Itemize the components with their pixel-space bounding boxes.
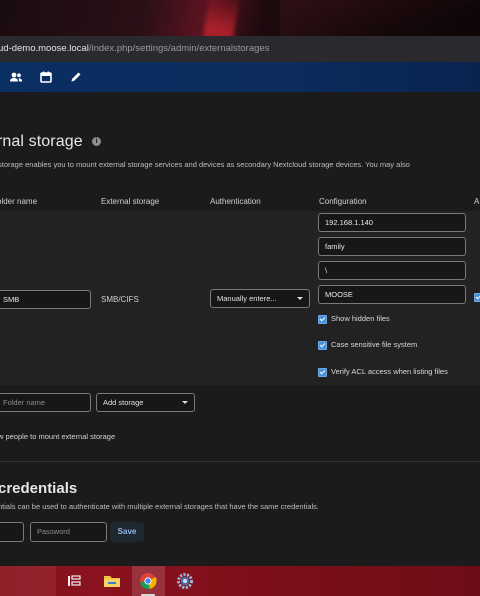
url-host: ud-demo.moose.local — [0, 43, 89, 54]
column-authentication: Authentication — [210, 197, 261, 206]
add-storage-select-value: Add storage — [103, 398, 144, 407]
url-text[interactable]: ud-demo.moose.local/index.php/settings/a… — [0, 43, 269, 54]
page-description: storage enables you to mount external st… — [0, 160, 410, 169]
new-folder-name-input[interactable]: Folder name — [0, 393, 91, 412]
host-input[interactable]: 192.168.1.140 — [318, 213, 466, 232]
column-configuration: Configuration — [319, 197, 367, 206]
storage-type-label: SMB/CIFS — [101, 295, 139, 304]
credentials-title: credentials — [0, 480, 78, 497]
notes-pencil-icon[interactable] — [69, 70, 83, 84]
show-hidden-files-checkbox[interactable] — [318, 315, 327, 324]
verify-acl-checkbox[interactable] — [318, 368, 327, 377]
chevron-down-icon — [297, 297, 303, 300]
chevron-down-icon — [182, 401, 188, 404]
verify-acl-label: Verify ACL access when listing files — [331, 367, 448, 376]
credentials-description: ntials can be used to authenticate with … — [0, 502, 320, 511]
taskbar — [0, 566, 480, 596]
case-sensitive-checkbox[interactable] — [318, 341, 327, 350]
browser-tab-strip — [0, 0, 480, 36]
show-hidden-files-label: Show hidden files — [331, 314, 390, 323]
calendar-icon[interactable] — [39, 70, 53, 84]
app-navbar — [0, 62, 480, 92]
authentication-select-value: Manually entere... — [217, 294, 277, 303]
domain-input[interactable]: MOOSE — [318, 285, 466, 304]
taskbar-search[interactable] — [0, 566, 56, 596]
chrome-icon[interactable] — [138, 571, 158, 591]
share-input[interactable]: family — [318, 237, 466, 256]
save-button[interactable]: Save — [110, 522, 144, 542]
contacts-icon[interactable] — [9, 70, 23, 84]
url-path: /index.php/settings/admin/externalstorag… — [88, 43, 270, 54]
info-icon[interactable]: i — [92, 137, 101, 146]
folder-name-input[interactable]: SMB — [0, 290, 91, 309]
address-bar[interactable]: ud-demo.moose.local/index.php/settings/a… — [0, 36, 480, 63]
column-folder-name: older name — [0, 197, 38, 206]
column-extra: A — [474, 197, 480, 206]
task-view-icon[interactable] — [64, 571, 84, 591]
password-input[interactable]: Password — [30, 522, 107, 542]
case-sensitive-label: Case sensitive file system — [331, 340, 418, 349]
wallpaper-ridge — [280, 0, 480, 36]
username-input[interactable] — [0, 522, 24, 542]
file-explorer-icon[interactable] — [102, 571, 122, 591]
column-external-storage: External storage — [101, 197, 160, 206]
add-storage-select[interactable]: Add storage — [96, 393, 195, 412]
authentication-select[interactable]: Manually entere... — [210, 289, 310, 308]
page-title: rnal storage — [0, 133, 83, 150]
remote-subfolder-input[interactable]: \ — [318, 261, 466, 280]
allow-users-mount-label[interactable]: w people to mount external storage — [0, 432, 115, 441]
section-divider — [0, 461, 480, 462]
available-for-checkbox[interactable] — [474, 293, 480, 302]
settings-content: rnal storage i storage enables you to mo… — [0, 92, 480, 566]
wallpaper-streak — [199, 0, 241, 36]
settings-icon[interactable] — [175, 571, 195, 591]
